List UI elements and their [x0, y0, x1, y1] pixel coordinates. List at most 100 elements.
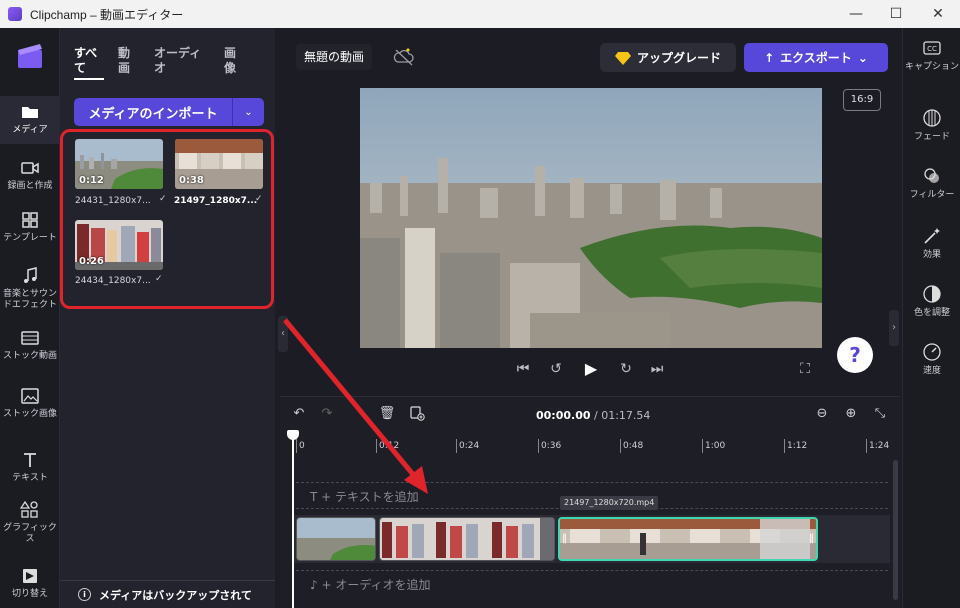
forward-5s-button[interactable]: ↻: [617, 360, 635, 378]
play-button[interactable]: ▶: [582, 360, 600, 378]
nav-graphics[interactable]: グラフィックス: [0, 500, 60, 545]
film-icon: [21, 331, 39, 345]
export-label: エクスポート: [780, 51, 852, 65]
maximize-button[interactable]: ☐: [876, 0, 916, 28]
nav-transitions[interactable]: 切り替え: [0, 566, 60, 600]
collapse-right-panel-button[interactable]: ›: [889, 310, 899, 346]
trim-handle-left[interactable]: ‖: [562, 533, 567, 544]
timeline-clip-selected[interactable]: ‖ ‖: [558, 517, 818, 561]
help-button[interactable]: ?: [837, 337, 873, 373]
svg-text:CC: CC: [927, 45, 937, 53]
skip-forward-button[interactable]: ⏭: [648, 360, 666, 378]
backup-text: メディアはバックアップされて: [99, 588, 252, 602]
playhead[interactable]: [292, 432, 294, 608]
fade-button[interactable]: フェード: [903, 108, 960, 143]
clip-thumbnail-image: [297, 518, 375, 560]
fit-timeline-button[interactable]: ⤡: [871, 405, 889, 423]
add-audio-track[interactable]: ♪ + オーディオを追加: [310, 576, 431, 593]
nav-templates-label: テンプレート: [3, 233, 57, 243]
captions-label: キャプション: [904, 62, 959, 72]
color-adjust-button[interactable]: 色を調整: [903, 284, 960, 319]
fade-icon: [923, 109, 941, 127]
nav-transitions-label: 切り替え: [11, 589, 48, 599]
timeline-scrollbar[interactable]: [893, 460, 898, 600]
nav-stock-video[interactable]: ストック動画: [0, 328, 60, 362]
nav-stock-images-label: ストック画像: [2, 409, 57, 419]
fade-label: フェード: [913, 132, 950, 142]
ruler-tick: 1:24: [866, 439, 889, 453]
duplicate-icon: [410, 406, 425, 421]
tab-video[interactable]: 動画: [118, 46, 140, 80]
upgrade-button[interactable]: アップグレード: [600, 43, 736, 72]
total-time: / 01:17.54: [594, 409, 651, 422]
tab-images[interactable]: 画像: [224, 46, 246, 80]
timeline-clip[interactable]: [296, 517, 376, 561]
import-dropdown-button[interactable]: ⌄: [233, 107, 264, 118]
undo-button[interactable]: ↶: [290, 405, 308, 423]
ruler-tick: 0:24: [456, 439, 479, 453]
project-name[interactable]: 無題の動画: [296, 44, 373, 70]
ruler-tick: 0:12: [376, 439, 399, 453]
filter-label: フィルター: [909, 190, 955, 200]
video-preview[interactable]: [360, 88, 822, 348]
redo-button[interactable]: ↷: [318, 405, 336, 423]
template-icon: [22, 212, 38, 228]
nav-music[interactable]: 音楽とサウンドエフェクト: [0, 266, 60, 311]
trim-handle-right[interactable]: ‖: [809, 533, 814, 544]
import-media-button[interactable]: メディアのインポート ⌄: [74, 98, 264, 126]
annotation-box-media: [60, 129, 274, 309]
tab-audio[interactable]: オーディオ: [154, 46, 210, 80]
tab-all[interactable]: すべて: [74, 46, 104, 80]
shapes-icon: [20, 500, 38, 518]
window-title: Clipchamp – 動画エディター: [30, 7, 184, 22]
nav-record-label: 録画と作成: [7, 181, 53, 191]
magic-wand-icon: [924, 228, 940, 244]
filter-icon: [924, 168, 939, 183]
captions-button[interactable]: CC キャプション: [903, 38, 960, 73]
filter-button[interactable]: フィルター: [903, 166, 960, 201]
music-icon: [24, 267, 37, 283]
clip-filename-tooltip: 21497_1280x720.mp4: [560, 496, 659, 510]
nav-record[interactable]: 録画と作成: [0, 158, 60, 192]
duplicate-button[interactable]: [408, 405, 426, 423]
title-bar: Clipchamp – 動画エディター — ☐ ✕: [0, 0, 960, 28]
current-time: 00:00.00: [536, 409, 591, 422]
delete-button[interactable]: 🗑: [378, 405, 396, 423]
speed-button[interactable]: 速度: [903, 342, 960, 377]
nav-media[interactable]: メディア: [0, 96, 60, 144]
ruler-tick: 0:36: [538, 439, 561, 453]
nav-stock-images[interactable]: ストック画像: [0, 386, 60, 420]
ruler-tick: 1:12: [784, 439, 807, 453]
nav-text[interactable]: テキスト: [0, 450, 60, 484]
collapse-media-panel-button[interactable]: ‹: [278, 316, 288, 352]
add-text-track[interactable]: T + テキストを追加: [310, 488, 419, 505]
diamond-icon: [614, 51, 631, 65]
media-tabs: すべて 動画 オーディオ 画像: [74, 46, 246, 80]
left-nav: メディア 録画と作成 テンプレート 音楽とサウンドエフェクト ストック動画 スト…: [0, 28, 60, 608]
info-icon: i: [78, 588, 91, 601]
rewind-5s-button[interactable]: ↺: [547, 360, 565, 378]
cloud-off-icon[interactable]: [393, 47, 415, 67]
nav-music-label: 音楽とサウンドエフェクト: [2, 289, 57, 310]
speedometer-icon: [923, 343, 941, 361]
nav-templates[interactable]: テンプレート: [0, 210, 60, 244]
nav-graphics-label: グラフィックス: [3, 523, 57, 544]
effects-button[interactable]: 効果: [903, 226, 960, 261]
zoom-out-button[interactable]: ⊖: [813, 405, 831, 423]
clipchamp-app-icon: [8, 7, 22, 21]
right-panel: CC キャプション フェード フィルター 効果 色を調整 速度: [902, 28, 960, 608]
fullscreen-button[interactable]: ⛶: [796, 360, 814, 378]
timecode: 00:00.00 / 01:17.54: [536, 409, 650, 422]
minimize-button[interactable]: —: [836, 0, 876, 28]
backup-notice[interactable]: i メディアはバックアップされて: [60, 580, 275, 608]
aspect-ratio-button[interactable]: 16:9: [843, 89, 881, 111]
clip-thumbnail-image: [380, 518, 554, 560]
skip-back-button[interactable]: ⏮: [514, 360, 532, 378]
timeline-ruler[interactable]: 0 0:12 0:24 0:36 0:48 1:00 1:12 1:24: [292, 435, 890, 455]
transition-icon: [23, 569, 37, 583]
zoom-in-button[interactable]: ⊕: [842, 405, 860, 423]
export-button[interactable]: ↑ エクスポート ⌄: [744, 43, 888, 72]
media-panel: すべて 動画 オーディオ 画像 メディアのインポート ⌄ 0:12 24431_…: [60, 28, 275, 608]
timeline-clip[interactable]: [379, 517, 555, 561]
close-button[interactable]: ✕: [918, 0, 958, 28]
